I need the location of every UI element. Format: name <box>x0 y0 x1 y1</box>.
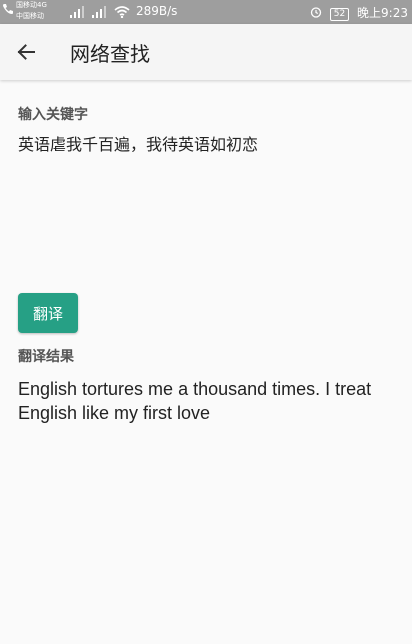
carrier-line-2: 中国移动 <box>16 12 44 20</box>
signal-icon <box>70 6 84 18</box>
battery-icon: 52 <box>329 8 350 21</box>
carrier-line-1: 国移动4G <box>16 1 47 9</box>
keyword-input[interactable]: 英语虐我千百遍，我待英语如初恋 <box>18 135 394 285</box>
back-button[interactable] <box>8 32 48 72</box>
wifi-icon <box>114 6 130 18</box>
net-speed: 289B/s <box>136 4 178 18</box>
phone-call-icon <box>3 4 13 14</box>
keyword-label: 输入关键字 <box>18 107 88 123</box>
alarm-icon <box>310 7 322 18</box>
signal-icon-2 <box>92 6 106 18</box>
result-label: 翻译结果 <box>18 349 74 365</box>
status-right: 52 晚上9:23 <box>310 4 408 21</box>
status-bar: 国移动4G 中国移动 289B/s 52 晚上9:23 <box>0 0 412 24</box>
app-bar: 网络查找 <box>0 24 412 80</box>
carrier-info: 国移动4G 中国移动 <box>16 0 47 22</box>
clock: 晚上9:23 <box>357 6 408 20</box>
translate-button[interactable]: 翻译 <box>18 293 78 333</box>
arrow-back-icon <box>17 44 35 60</box>
page-title: 网络查找 <box>70 42 150 66</box>
translation-result: English tortures me a thousand times. I … <box>18 379 372 423</box>
